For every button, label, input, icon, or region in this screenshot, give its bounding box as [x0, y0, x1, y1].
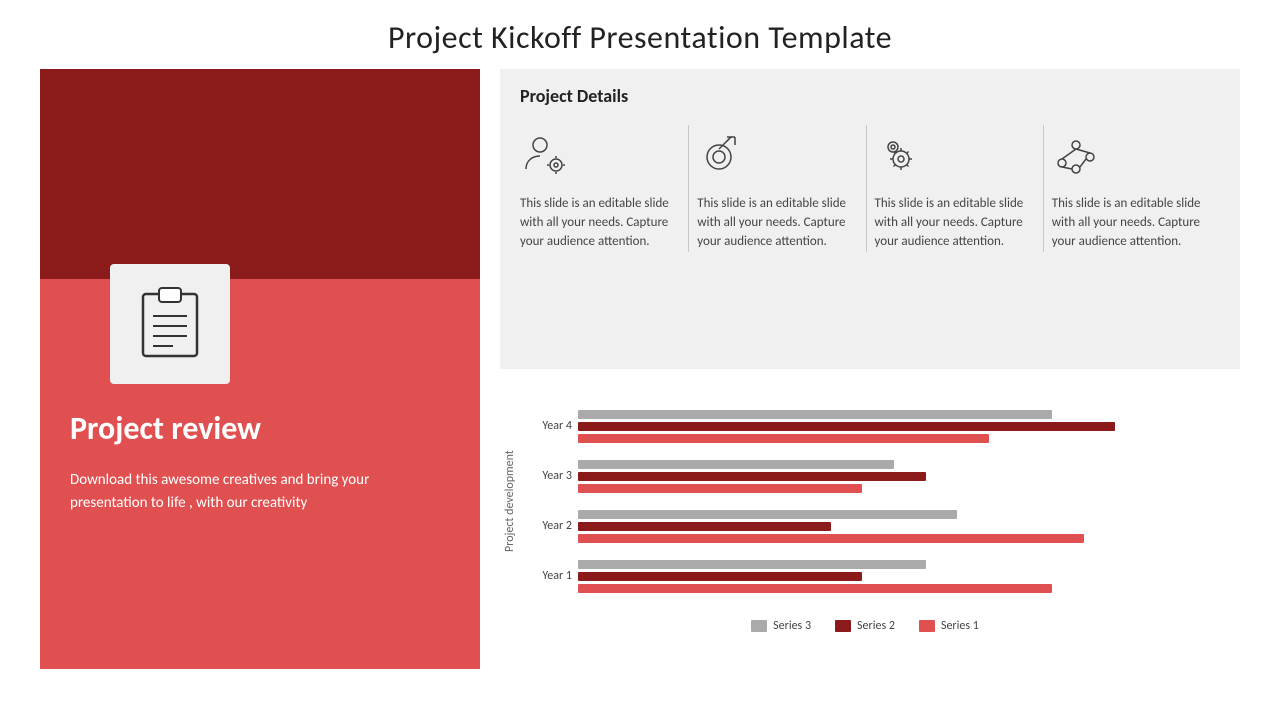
detail-col-4: This slide is an editable slide with all… — [1044, 125, 1220, 252]
bar-year2-series1 — [578, 534, 1084, 543]
bar-year1-series2 — [578, 572, 862, 581]
chart-section: Project development Year 4 Year 3 — [500, 381, 1240, 689]
details-section: Project Details — [500, 69, 1240, 369]
bar-year1-series1 — [578, 584, 1052, 593]
details-title: Project Details — [520, 85, 1220, 107]
detail-text-1: This slide is an editable slide with all… — [520, 195, 672, 252]
bar-row-year4: Year 4 — [530, 408, 1210, 444]
bar-year4-series2 — [578, 422, 1115, 431]
details-columns: This slide is an editable slide with all… — [520, 125, 1220, 252]
chart-body: Year 4 Year 3 — [520, 391, 1230, 611]
bar-year4-series1 — [578, 434, 989, 443]
network-icon — [1052, 125, 1204, 185]
legend-label-series1: Series 1 — [941, 619, 979, 633]
legend-series3: Series 3 — [751, 619, 811, 633]
clipboard-icon-box — [110, 264, 230, 384]
project-review-title: Project review — [70, 409, 261, 448]
bar-group-year2 — [578, 510, 1210, 543]
legend-series1: Series 1 — [919, 619, 979, 633]
bar-row-year2: Year 2 — [530, 508, 1210, 544]
left-panel: Project review Download this awesome cre… — [40, 69, 480, 669]
bar-year4-series3 — [578, 410, 1052, 419]
bar-year2-series3 — [578, 510, 957, 519]
target-icon — [697, 125, 849, 185]
bar-year3-series3 — [578, 460, 894, 469]
bar-year2-series2 — [578, 522, 831, 531]
bar-group-year1 — [578, 560, 1210, 593]
legend-swatch-series3 — [751, 620, 767, 632]
bar-group-year3 — [578, 460, 1210, 493]
detail-col-1: This slide is an editable slide with all… — [520, 125, 689, 252]
right-panel: Project Details — [480, 69, 1240, 689]
main-container: Project review Download this awesome cre… — [40, 69, 1240, 689]
person-settings-icon — [520, 125, 672, 185]
chart-wrapper: Project development Year 4 Year 3 — [500, 391, 1230, 611]
detail-text-3: This slide is an editable slide with all… — [875, 195, 1027, 252]
chart-legend: Series 3 Series 2 Series 1 — [500, 619, 1230, 633]
detail-col-3: This slide is an editable slide with all… — [867, 125, 1044, 252]
settings-double-icon — [875, 125, 1027, 185]
bar-group-year4 — [578, 410, 1210, 443]
detail-text-2: This slide is an editable slide with all… — [697, 195, 849, 252]
legend-swatch-series2 — [835, 620, 851, 632]
detail-text-4: This slide is an editable slide with all… — [1052, 195, 1204, 252]
chart-y-label: Project development — [500, 391, 520, 611]
legend-label-series2: Series 2 — [857, 619, 895, 633]
bar-label-year3: Year 3 — [530, 469, 572, 483]
bar-row-year1: Year 1 — [530, 558, 1210, 594]
bar-year3-series1 — [578, 484, 862, 493]
legend-series2: Series 2 — [835, 619, 895, 633]
bar-year1-series3 — [578, 560, 926, 569]
project-review-desc: Download this awesome creatives and brin… — [70, 469, 410, 514]
bar-year3-series2 — [578, 472, 926, 481]
bar-label-year2: Year 2 — [530, 519, 572, 533]
clipboard-icon — [135, 282, 205, 367]
legend-label-series3: Series 3 — [773, 619, 811, 633]
bar-label-year4: Year 4 — [530, 419, 572, 433]
page-title: Project Kickoff Presentation Template — [0, 0, 1280, 69]
detail-col-2: This slide is an editable slide with all… — [689, 125, 866, 252]
legend-swatch-series1 — [919, 620, 935, 632]
bar-label-year1: Year 1 — [530, 569, 572, 583]
bar-row-year3: Year 3 — [530, 458, 1210, 494]
